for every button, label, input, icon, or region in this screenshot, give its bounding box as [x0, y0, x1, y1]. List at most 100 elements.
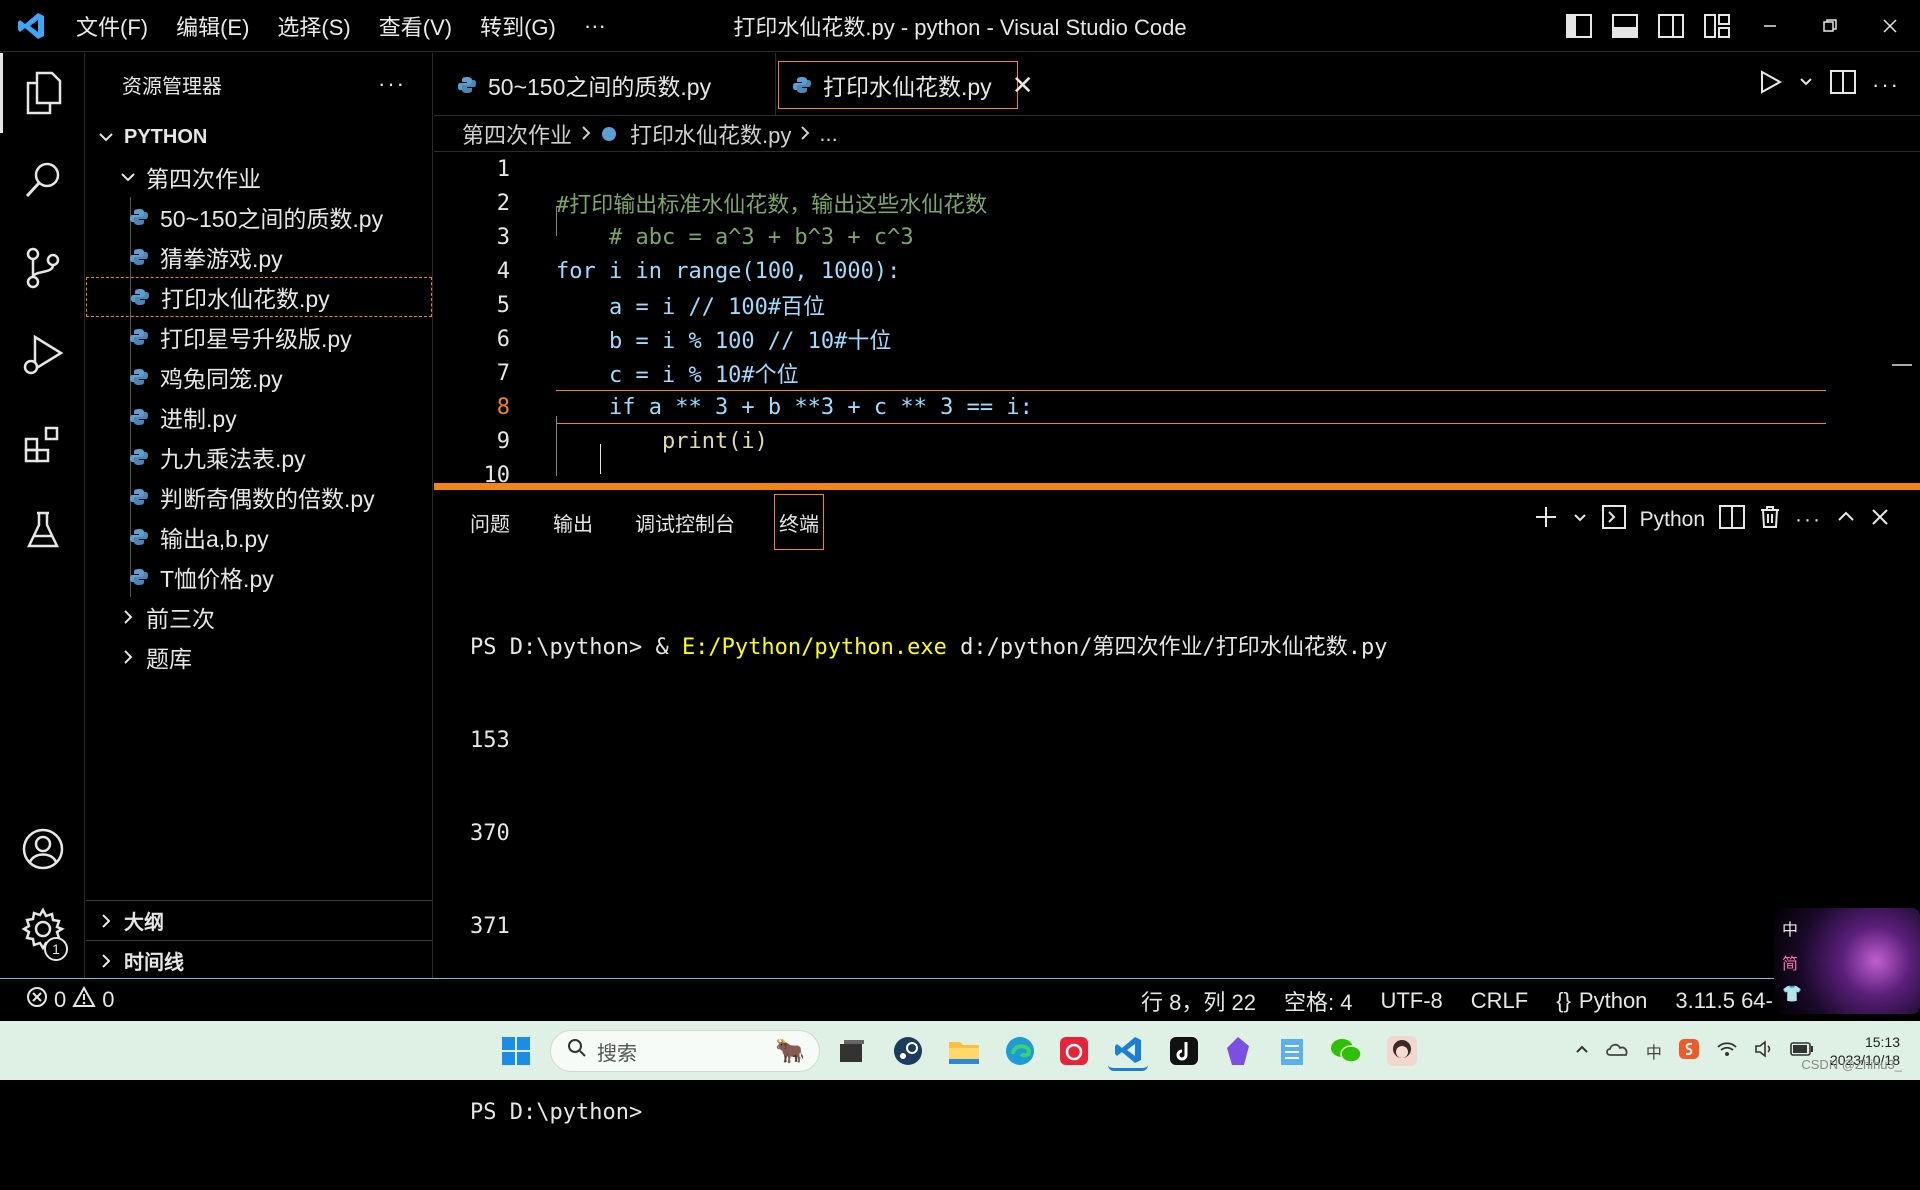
editor-area: 50~150之间的质数.py 打印水仙花数.py ✕ ··· 第四次作业 打印水… [434, 53, 1920, 483]
extensions-icon[interactable] [0, 403, 85, 483]
scrollbar-marker[interactable] [1892, 364, 1912, 366]
panel-sash[interactable] [434, 483, 1920, 490]
file-item[interactable]: 鸡兔同笼.py [86, 357, 432, 397]
code-editor[interactable]: 1 2 #打印输出标准水仙花数，输出这些水仙花数 3 # abc = a^3 +… [434, 152, 1920, 483]
tab-problems[interactable]: 问题 [466, 504, 514, 540]
toggle-primary-sidebar-icon[interactable] [1556, 0, 1602, 52]
python-interpreter[interactable]: 3.11.5 64-bi [1675, 988, 1790, 1014]
menu-go[interactable]: 转到(G) [466, 0, 570, 52]
file-item[interactable]: T恤价格.py [86, 557, 432, 597]
ime-mode[interactable]: 简 [1782, 950, 1802, 974]
file-item[interactable]: 猜拳游戏.py [86, 237, 432, 277]
run-debug-icon[interactable] [0, 315, 85, 395]
search-icon[interactable] [0, 140, 85, 220]
end-of-line[interactable]: CRLF [1471, 988, 1528, 1014]
breadcrumb-file[interactable]: 打印水仙花数.py [630, 118, 791, 150]
explorer-icon[interactable] [0, 53, 85, 133]
run-python-file-icon[interactable] [1758, 70, 1783, 99]
code-text: b = i % 100 // 10#十位 [556, 329, 892, 354]
outline-section[interactable]: 大纲 [86, 900, 432, 940]
vscode-taskbar-icon[interactable] [1108, 1031, 1148, 1071]
tab-close-icon[interactable]: ✕ [1012, 70, 1034, 101]
folder-label: 第四次作业 [146, 166, 261, 192]
restore-icon[interactable] [1800, 0, 1860, 52]
file-explorer-icon[interactable] [944, 1031, 984, 1071]
timeline-section[interactable]: 时间线 [86, 940, 432, 980]
file-item[interactable]: 九九乘法表.py [86, 437, 432, 477]
customize-layout-icon[interactable] [1694, 0, 1740, 52]
source-control-icon[interactable] [0, 228, 85, 308]
taskbar-search[interactable]: 搜索 🐂 [550, 1030, 820, 1072]
file-item[interactable]: 判断奇偶数的倍数.py [86, 477, 432, 517]
tab-narcissistic[interactable]: 打印水仙花数.py ✕ [778, 61, 1033, 109]
ime-floating-widget[interactable]: 中 简 👕 [1774, 908, 1920, 1014]
folder-question-bank[interactable]: 题库 [86, 637, 432, 677]
file-item[interactable]: 打印星号升级版.py [86, 317, 432, 357]
anime-avatar-app-icon[interactable] [1382, 1031, 1422, 1071]
tab-primes[interactable]: 50~150之间的质数.py [434, 53, 776, 116]
close-panel-icon[interactable] [1870, 507, 1890, 533]
netease-music-icon[interactable] [1054, 1031, 1094, 1071]
account-icon[interactable] [0, 809, 85, 889]
folder-first-three[interactable]: 前三次 [86, 597, 432, 637]
file-item[interactable]: 50~150之间的质数.py [86, 197, 432, 237]
menu-view[interactable]: 查看(V) [365, 0, 466, 52]
tab-output[interactable]: 输出 [549, 504, 597, 540]
settings-gear-icon[interactable] [0, 889, 85, 969]
new-terminal-icon[interactable] [1534, 505, 1558, 535]
terminal-output[interactable]: PS D:\python> & E:/Python/python.exe d:/… [470, 570, 1388, 1190]
panel-more-icon[interactable]: ··· [1795, 508, 1822, 532]
folder-homework4[interactable]: 第四次作业 [86, 157, 432, 197]
cursor-position[interactable]: 行 8，列 22 [1141, 985, 1256, 1017]
tiktok-icon[interactable] [1164, 1031, 1204, 1071]
toggle-panel-icon[interactable] [1602, 0, 1648, 52]
menu-file[interactable]: 文件(F) [62, 0, 162, 52]
terminal-profile-label[interactable]: Python [1640, 508, 1705, 532]
file-item[interactable]: 打印水仙花数.py [86, 277, 432, 317]
start-windows-icon[interactable] [496, 1031, 536, 1071]
problems-status[interactable]: 0 0 [0, 985, 115, 1014]
code-line: 2 #打印输出标准水仙花数，输出这些水仙花数 [434, 186, 1894, 220]
wifi-icon[interactable] [1716, 1040, 1738, 1062]
minimize-icon[interactable] [1740, 0, 1800, 52]
ime-skin-icon[interactable]: 👕 [1782, 984, 1802, 1004]
ime-language[interactable]: 中 [1782, 916, 1802, 940]
chevron-up-icon[interactable] [1574, 1041, 1590, 1061]
code-text: a = i // 100#百位 [556, 295, 826, 320]
wechat-icon[interactable] [1326, 1031, 1366, 1071]
edge-browser-icon[interactable] [1000, 1031, 1040, 1071]
obsidian-icon[interactable] [1218, 1031, 1258, 1071]
chevron-down-icon[interactable] [1572, 508, 1588, 532]
steam-icon[interactable] [888, 1031, 928, 1071]
trash-icon[interactable] [1759, 505, 1781, 535]
toggle-secondary-sidebar-icon[interactable] [1648, 0, 1694, 52]
breadcrumb-folder[interactable]: 第四次作业 [462, 118, 572, 150]
editor-more-actions-icon[interactable]: ··· [1872, 72, 1900, 98]
volume-icon[interactable] [1754, 1039, 1774, 1062]
maximize-panel-icon[interactable] [1836, 507, 1856, 533]
line-number: 10 [483, 462, 511, 484]
testing-icon[interactable] [0, 490, 85, 570]
file-item[interactable]: 输出a,b.py [86, 517, 432, 557]
run-dropdown-chevron-icon[interactable] [1798, 74, 1814, 95]
language-mode[interactable]: {} Python [1556, 988, 1647, 1014]
explorer-more-button[interactable]: ··· [378, 71, 406, 97]
close-window-icon[interactable] [1860, 0, 1920, 52]
tab-terminal[interactable]: 终端 [774, 494, 824, 550]
file-item[interactable]: 进制.py [86, 397, 432, 437]
notepad-icon[interactable] [1272, 1031, 1312, 1071]
sogou-input-icon[interactable] [1678, 1038, 1700, 1064]
menu-selection[interactable]: 选择(S) [263, 0, 364, 52]
workspace-root[interactable]: PYTHON [86, 117, 432, 157]
breadcrumb-symbols[interactable]: ... [819, 121, 837, 147]
ime-tray-indicator[interactable]: 中 [1646, 1039, 1662, 1063]
task-view-icon[interactable] [832, 1031, 872, 1071]
split-editor-icon[interactable] [1830, 70, 1857, 99]
onedrive-sync-icon[interactable] [1606, 1040, 1630, 1062]
menu-edit[interactable]: 编辑(E) [162, 0, 263, 52]
menu-more[interactable]: ··· [570, 0, 620, 52]
encoding[interactable]: UTF-8 [1380, 988, 1442, 1014]
tab-debug-console[interactable]: 调试控制台 [631, 504, 739, 540]
indentation[interactable]: 空格: 4 [1284, 985, 1352, 1017]
split-terminal-icon[interactable] [1719, 505, 1746, 535]
